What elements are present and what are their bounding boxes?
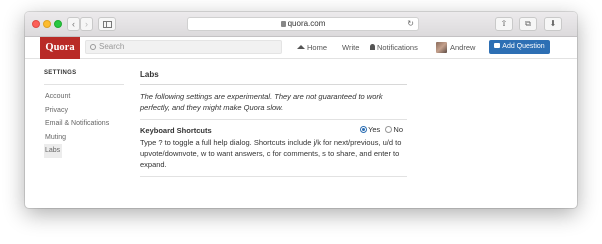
- radio-yes[interactable]: [360, 126, 368, 133]
- settings-sidebar: SETTINGS Account Privacy Email & Notific…: [44, 70, 124, 158]
- nav-write[interactable]: Write: [342, 37, 359, 59]
- user-name: Andrew: [450, 43, 476, 52]
- sidebar-item-labs[interactable]: Labs: [44, 144, 62, 158]
- download-icon: ⬇: [549, 19, 557, 28]
- tabs-icon: ⧉: [525, 19, 531, 28]
- lock-icon: [280, 21, 286, 27]
- radio-yes-label[interactable]: Yes: [368, 125, 380, 134]
- page-title: Labs: [140, 70, 159, 79]
- share-button[interactable]: ⇧: [495, 17, 513, 31]
- sidebar-item-email-notifications[interactable]: Email & Notifications: [44, 117, 124, 131]
- chevron-right-icon: ›: [85, 19, 88, 29]
- reload-icon[interactable]: ↻: [407, 18, 414, 30]
- question-icon: [494, 43, 501, 48]
- share-icon: ⇧: [500, 19, 508, 28]
- quora-logo[interactable]: Quora: [40, 37, 80, 59]
- zoom-window-button[interactable]: [54, 20, 62, 28]
- show-tabs-button[interactable]: ⧉: [519, 17, 537, 31]
- nav-home[interactable]: Home: [297, 37, 327, 59]
- settings-heading: SETTINGS: [44, 70, 77, 76]
- site-header: Quora Search Home Write Notifications An…: [25, 37, 577, 59]
- browser-window: ‹ › quora.com ↻ ⇧ ⧉ ⬇ Quora Search Home …: [25, 12, 577, 208]
- url-text: quora.com: [287, 19, 326, 28]
- show-sidebar-button[interactable]: [98, 17, 116, 31]
- radio-no[interactable]: [385, 126, 393, 133]
- search-placeholder: Search: [99, 42, 125, 51]
- nav-notifications-label: Notifications: [377, 43, 418, 52]
- nav-notifications[interactable]: Notifications: [370, 37, 418, 59]
- home-icon: [297, 45, 305, 49]
- bell-icon: [370, 44, 375, 50]
- search-icon: [90, 44, 96, 50]
- add-question-label: Add Question: [502, 43, 545, 50]
- nav-user[interactable]: Andrew: [436, 37, 475, 59]
- downloads-button[interactable]: ⬇: [544, 17, 562, 31]
- keyboard-shortcuts-setting: Keyboard Shortcuts Yes No Type ? to togg…: [140, 125, 407, 170]
- sidebar-item-muting[interactable]: Muting: [44, 131, 124, 145]
- nav-home-label: Home: [307, 43, 328, 52]
- sidebar-item-account[interactable]: Account: [44, 90, 124, 104]
- divider: [44, 84, 124, 85]
- avatar: [436, 41, 447, 53]
- back-button[interactable]: ‹: [67, 17, 80, 31]
- minimize-window-button[interactable]: [43, 20, 51, 28]
- sidebar-item-privacy[interactable]: Privacy: [44, 104, 124, 118]
- sidebar-icon: [102, 21, 112, 28]
- address-bar[interactable]: quora.com ↻: [187, 17, 419, 31]
- close-window-button[interactable]: [32, 20, 40, 28]
- add-question-button[interactable]: Add Question: [489, 40, 550, 54]
- divider: [140, 84, 407, 85]
- keyboard-shortcuts-description: Type ? to toggle a full help dialog. Sho…: [140, 138, 402, 169]
- search-input[interactable]: Search: [85, 40, 282, 54]
- radio-no-label[interactable]: No: [393, 125, 403, 134]
- divider: [140, 119, 407, 120]
- experimental-warning: The following settings are experimental.…: [140, 92, 383, 112]
- keyboard-shortcuts-radio-group: Yes No: [360, 125, 403, 134]
- labs-panel: Labs The following settings are experime…: [140, 70, 407, 177]
- chevron-left-icon: ‹: [72, 19, 75, 29]
- forward-button[interactable]: ›: [80, 17, 93, 31]
- browser-toolbar: ‹ › quora.com ↻ ⇧ ⧉ ⬇: [25, 12, 577, 37]
- divider: [140, 176, 407, 177]
